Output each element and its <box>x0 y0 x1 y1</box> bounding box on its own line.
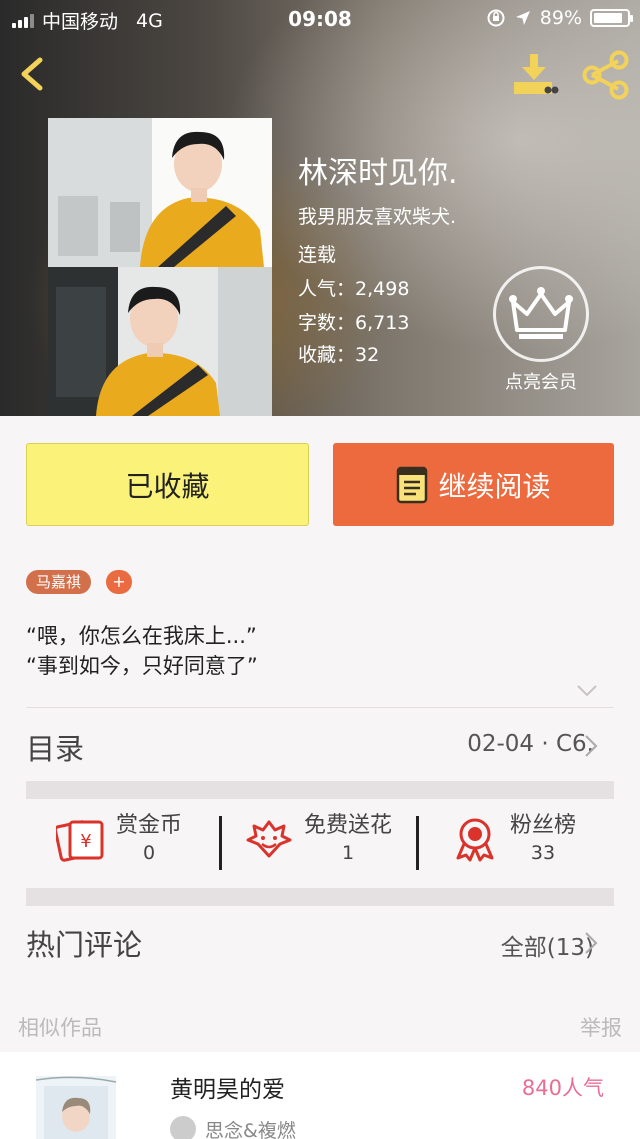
stat-word-count: 字数：6,713 <box>298 308 409 335</box>
chevron-right-icon <box>585 932 598 954</box>
similar-work-thumbnail <box>36 1076 116 1139</box>
stat-popularity: 人气：2,498 <box>298 274 409 301</box>
flower-icon <box>246 820 292 858</box>
fan-ranking-button[interactable]: 粉丝榜 33 <box>450 812 576 866</box>
similar-work-card[interactable]: 黄明昊的爱 840人气 思念&複燃 <box>0 1052 640 1139</box>
reward-coins-button[interactable]: ¥ 赏金币 0 <box>56 812 182 866</box>
reward-coins-count: 0 <box>142 842 156 864</box>
orientation-lock-icon <box>487 9 505 27</box>
stat-value: 2,498 <box>355 278 410 300</box>
stat-label: 人气： <box>298 278 356 300</box>
tag-chip[interactable]: 马嘉祺 <box>26 570 92 594</box>
book-author[interactable]: 我男朋友喜欢柴犬. <box>298 202 456 229</box>
free-flower-label: 免费送花 <box>304 813 393 838</box>
section-gap <box>26 781 614 799</box>
book-cover[interactable] <box>48 118 272 416</box>
battery-icon <box>590 9 633 27</box>
book-status: 连载 <box>298 244 337 266</box>
stat-value: 32 <box>355 344 380 366</box>
cover-photo-bottom <box>48 267 272 416</box>
award-ribbon-icon <box>456 818 494 862</box>
report-link[interactable]: 举报 <box>580 1012 622 1042</box>
catalog-title: 目录 <box>26 732 85 766</box>
divider <box>26 707 614 708</box>
crown-icon <box>509 287 573 339</box>
hot-comments-title: 热门评论 <box>26 928 143 962</box>
stat-label: 收藏： <box>298 344 356 366</box>
share-button[interactable] <box>580 50 632 100</box>
add-tag-button[interactable]: + <box>106 570 132 594</box>
vip-label: 点亮会员 <box>505 372 577 393</box>
stat-label: 字数： <box>298 312 356 334</box>
back-button[interactable] <box>12 52 56 96</box>
chevron-right-icon <box>585 735 598 757</box>
stat-value: 6,713 <box>355 312 410 334</box>
status-bar: 中国移动 4G 09:08 89% <box>0 0 640 36</box>
download-button[interactable] <box>510 52 562 98</box>
book-header: 中国移动 4G 09:08 89% 林深时见你. 我男朋友喜欢柴犬. 连载 人气… <box>0 0 640 416</box>
book-icon <box>397 466 428 503</box>
coin-envelope-icon: ¥ <box>56 820 104 862</box>
similar-work-author: 思念&複燃 <box>205 1120 296 1139</box>
divider <box>416 816 419 870</box>
reward-coins-label: 赏金币 <box>116 813 183 838</box>
vip-button[interactable]: 点亮会员 <box>492 266 590 393</box>
book-title: 林深时见你. <box>298 156 458 191</box>
svg-text:¥: ¥ <box>80 831 91 852</box>
similar-work-popularity: 840人气 <box>521 1076 604 1100</box>
continue-reading-label: 继续阅读 <box>438 469 551 503</box>
chevron-down-icon[interactable] <box>576 684 598 698</box>
divider <box>219 816 222 870</box>
similar-work-title: 黄明昊的爱 <box>170 1077 285 1103</box>
free-flower-count: 1 <box>341 842 355 864</box>
all-comments-link[interactable]: 全部(13) <box>501 928 594 962</box>
fan-ranking-label: 粉丝榜 <box>510 813 577 838</box>
section-gap <box>26 888 614 906</box>
cover-photo-top <box>48 118 272 267</box>
continue-reading-button[interactable]: 继续阅读 <box>333 443 614 526</box>
favorited-button[interactable]: 已收藏 <box>26 443 309 526</box>
location-icon <box>515 11 530 25</box>
fan-ranking-count: 33 <box>530 842 556 864</box>
intro-line: “喂，你怎么在我床上...” <box>26 624 257 648</box>
stat-favorites: 收藏：32 <box>298 340 379 367</box>
free-flower-button[interactable]: 免费送花 1 <box>244 812 392 866</box>
latest-chapter: 02-04 · C6. <box>467 731 594 757</box>
favorited-label: 已收藏 <box>125 469 210 503</box>
similar-works-heading: 相似作品 <box>18 1016 102 1040</box>
avatar <box>170 1116 196 1139</box>
intro-line: “事到如今，只好同意了” <box>26 654 258 678</box>
battery-percent: 89% <box>539 7 582 29</box>
